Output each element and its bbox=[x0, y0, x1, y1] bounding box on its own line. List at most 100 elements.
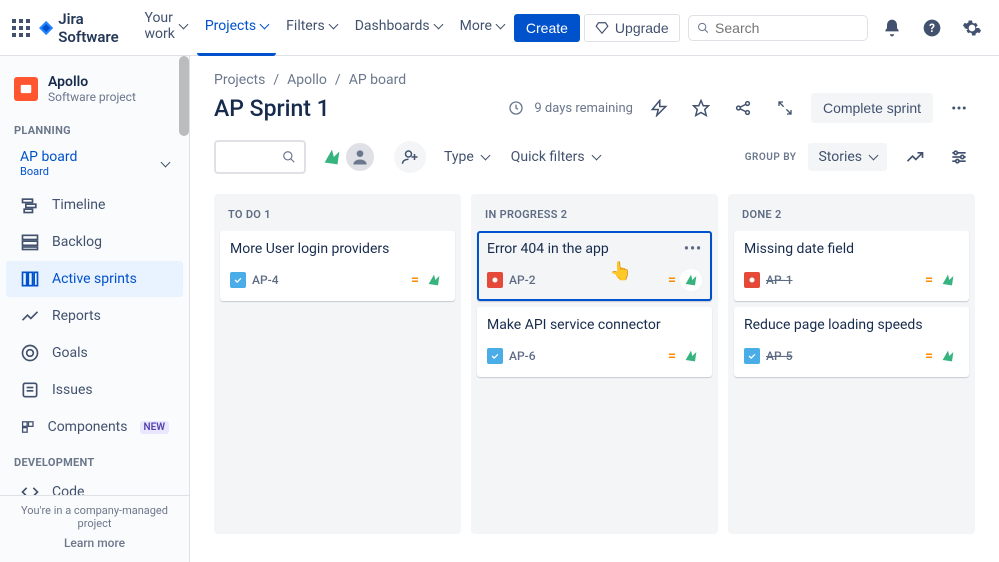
automation-icon[interactable] bbox=[643, 92, 675, 124]
view-settings-icon[interactable] bbox=[943, 141, 975, 173]
issue-card[interactable]: Missing date field AP-1 = bbox=[734, 231, 969, 301]
sidebar-item-active-sprints[interactable]: Active sprints bbox=[6, 261, 183, 297]
type-filter[interactable]: Type bbox=[440, 143, 493, 171]
issue-key: AP-1 bbox=[766, 273, 793, 287]
backlog-icon bbox=[20, 232, 40, 252]
search-icon bbox=[697, 21, 709, 35]
fullscreen-icon[interactable] bbox=[769, 92, 801, 124]
jira-logo[interactable]: Jira Software bbox=[38, 10, 124, 46]
avatar-unassigned[interactable] bbox=[344, 141, 376, 173]
column-header: DONE 2 bbox=[734, 204, 969, 231]
clock-icon bbox=[508, 100, 524, 116]
notifications-icon[interactable] bbox=[876, 12, 908, 44]
search-icon bbox=[282, 150, 296, 164]
assignee-avatar[interactable] bbox=[680, 345, 702, 367]
board-columns: TO DO 1 More User login providers AP-4 = IN … bbox=[214, 194, 975, 534]
nav-your-work[interactable]: Your work bbox=[136, 0, 194, 56]
page-actions: 9 days remaining Complete sprint bbox=[508, 92, 975, 124]
help-icon[interactable]: ? bbox=[916, 12, 948, 44]
goals-icon bbox=[20, 343, 40, 363]
issue-key: AP-4 bbox=[252, 273, 279, 287]
learn-more-link[interactable]: Learn more bbox=[12, 536, 177, 550]
upgrade-button[interactable]: Upgrade bbox=[584, 14, 680, 42]
card-menu-icon[interactable]: ••• bbox=[684, 241, 702, 257]
page-title: AP Sprint 1 bbox=[214, 95, 330, 122]
timeline-icon bbox=[20, 195, 40, 215]
card-title: Missing date field bbox=[744, 241, 959, 257]
issue-key: AP-6 bbox=[509, 349, 536, 363]
column-header: IN PROGRESS 2 bbox=[477, 204, 712, 231]
card-title: More User login providers bbox=[230, 241, 445, 257]
breadcrumb-apollo[interactable]: Apollo bbox=[287, 72, 327, 88]
quick-filters[interactable]: Quick filters bbox=[507, 143, 604, 171]
issue-card[interactable]: •••👆Error 404 in the appAP-2= bbox=[477, 231, 712, 301]
nav-more[interactable]: More bbox=[452, 0, 512, 56]
sidebar-item-goals[interactable]: Goals bbox=[6, 335, 183, 371]
days-remaining: 9 days remaining bbox=[534, 101, 633, 116]
nav-dashboards[interactable]: Dashboards bbox=[347, 0, 450, 56]
reports-icon bbox=[20, 306, 40, 326]
bug-type-icon bbox=[744, 272, 760, 288]
card-title: Reduce page loading speeds bbox=[744, 317, 959, 333]
project-avatar-icon bbox=[14, 77, 38, 101]
sidebar-item-issues[interactable]: Issues bbox=[6, 372, 183, 408]
development-section-label: DEVELOPMENT bbox=[0, 446, 189, 473]
priority-icon: = bbox=[925, 272, 933, 288]
breadcrumb-board[interactable]: AP board bbox=[349, 72, 406, 88]
app-switcher-icon[interactable] bbox=[12, 16, 30, 40]
complete-sprint-button[interactable]: Complete sprint bbox=[811, 93, 933, 123]
sidebar-item-reports[interactable]: Reports bbox=[6, 298, 183, 334]
task-type-icon bbox=[487, 348, 503, 364]
profile-avatar[interactable] bbox=[996, 12, 999, 44]
add-people-button[interactable] bbox=[394, 141, 426, 173]
create-button[interactable]: Create bbox=[514, 14, 580, 42]
project-type: Software project bbox=[48, 90, 136, 104]
chevron-down-icon bbox=[178, 18, 187, 34]
nav-filters[interactable]: Filters bbox=[278, 0, 345, 56]
sidebar-item-components[interactable]: ComponentsNEW bbox=[6, 409, 183, 445]
breadcrumb-projects[interactable]: Projects bbox=[214, 72, 265, 88]
project-header[interactable]: Apollo Software project bbox=[0, 56, 189, 114]
breadcrumb: Projects/ Apollo/ AP board bbox=[214, 72, 975, 88]
global-search[interactable] bbox=[688, 15, 868, 41]
share-icon[interactable] bbox=[727, 92, 759, 124]
settings-icon[interactable] bbox=[956, 12, 988, 44]
issue-card[interactable]: More User login providers AP-4 = bbox=[220, 231, 455, 301]
issue-key: AP-2 bbox=[509, 273, 536, 287]
sidebar-item-backlog[interactable]: Backlog bbox=[6, 224, 183, 260]
sidebar-footer: You're in a company-managed project Lear… bbox=[0, 495, 189, 562]
assignee-avatar[interactable] bbox=[680, 269, 702, 291]
assignee-avatar[interactable] bbox=[937, 269, 959, 291]
group-by-select[interactable]: Stories bbox=[808, 143, 887, 171]
sidebar-board-heading[interactable]: AP board Board bbox=[6, 141, 183, 186]
chevron-down-icon bbox=[259, 18, 268, 34]
sidebar-item-timeline[interactable]: Timeline bbox=[6, 187, 183, 223]
nav-projects[interactable]: Projects bbox=[197, 0, 276, 56]
chevron-down-icon bbox=[480, 149, 489, 165]
priority-icon: = bbox=[668, 348, 676, 364]
logo-text: Jira Software bbox=[58, 10, 124, 46]
star-icon[interactable] bbox=[685, 92, 717, 124]
card-title: Make API service connector bbox=[487, 317, 702, 333]
assignee-avatar[interactable] bbox=[937, 345, 959, 367]
main-content: Projects/ Apollo/ AP board AP Sprint 1 9… bbox=[190, 56, 999, 562]
column-header: TO DO 1 bbox=[220, 204, 455, 231]
code-icon bbox=[20, 482, 40, 495]
scrollbar[interactable] bbox=[179, 56, 189, 136]
issue-card[interactable]: Reduce page loading speedsAP-5= bbox=[734, 307, 969, 377]
board-toolbar: Type Quick filters GROUP BY Stories bbox=[214, 140, 975, 174]
board-search[interactable] bbox=[214, 140, 306, 174]
priority-icon: = bbox=[411, 272, 419, 288]
insights-icon[interactable] bbox=[899, 141, 931, 173]
nav-items: Your work Projects Filters Dashboards Mo… bbox=[136, 0, 579, 56]
chevron-down-icon bbox=[433, 18, 442, 34]
assignee-avatar[interactable] bbox=[423, 269, 445, 291]
chevron-down-icon bbox=[160, 156, 169, 172]
nav-right: Upgrade ? bbox=[584, 12, 999, 44]
more-actions-icon[interactable] bbox=[943, 92, 975, 124]
search-input[interactable] bbox=[715, 20, 859, 36]
board-column: DONE 2 Missing date field AP-1 = Reduce page… bbox=[728, 194, 975, 534]
new-badge: NEW bbox=[140, 421, 170, 434]
sidebar-item-code[interactable]: Code bbox=[6, 474, 183, 495]
issue-card[interactable]: Make API service connector AP-6 = bbox=[477, 307, 712, 377]
